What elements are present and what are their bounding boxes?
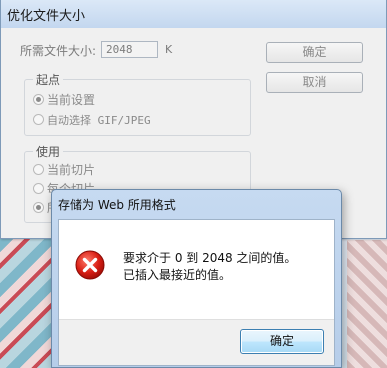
error-message-line2: 已插入最接近的值。 (123, 268, 232, 282)
error-icon (75, 250, 105, 280)
dialog-title: 优化文件大小 (7, 9, 86, 24)
radio-current-settings[interactable] (33, 94, 44, 105)
option-current-settings: 当前设置 (47, 93, 96, 107)
dialog-titlebar[interactable]: 优化文件大小 (1, 0, 386, 28)
option-auto-select: 自动选择 GIF/JPEG (47, 114, 151, 127)
use-group-title: 使用 (33, 143, 64, 160)
radio-all-slices[interactable] (33, 202, 44, 213)
error-ok-button[interactable]: 确定 (240, 329, 324, 354)
radio-current-slice[interactable] (33, 164, 44, 175)
error-message-line1: 要求介于 0 到 2048 之间的值。 (123, 251, 297, 265)
radio-each-slice[interactable] (33, 183, 44, 194)
cancel-button[interactable]: 取消 (266, 72, 363, 93)
option-current-slice: 当前切片 (47, 163, 96, 177)
start-group-title: 起点 (33, 71, 64, 88)
error-dialog-title: 存储为 Web 所用格式 (58, 198, 176, 212)
desired-size-field[interactable]: 2048 (101, 41, 158, 58)
background-pattern-right (347, 240, 387, 368)
error-dialog: 存储为 Web 所用格式 要求介于 0 到 2048 之间的值。 已插入最接近的… (51, 189, 342, 368)
ok-button[interactable]: 确定 (266, 42, 363, 63)
size-unit: K (165, 43, 173, 56)
radio-auto-select[interactable] (33, 114, 44, 125)
size-label: 所需文件大小: (20, 44, 97, 58)
error-message: 要求介于 0 到 2048 之间的值。 已插入最接近的值。 (123, 250, 296, 284)
